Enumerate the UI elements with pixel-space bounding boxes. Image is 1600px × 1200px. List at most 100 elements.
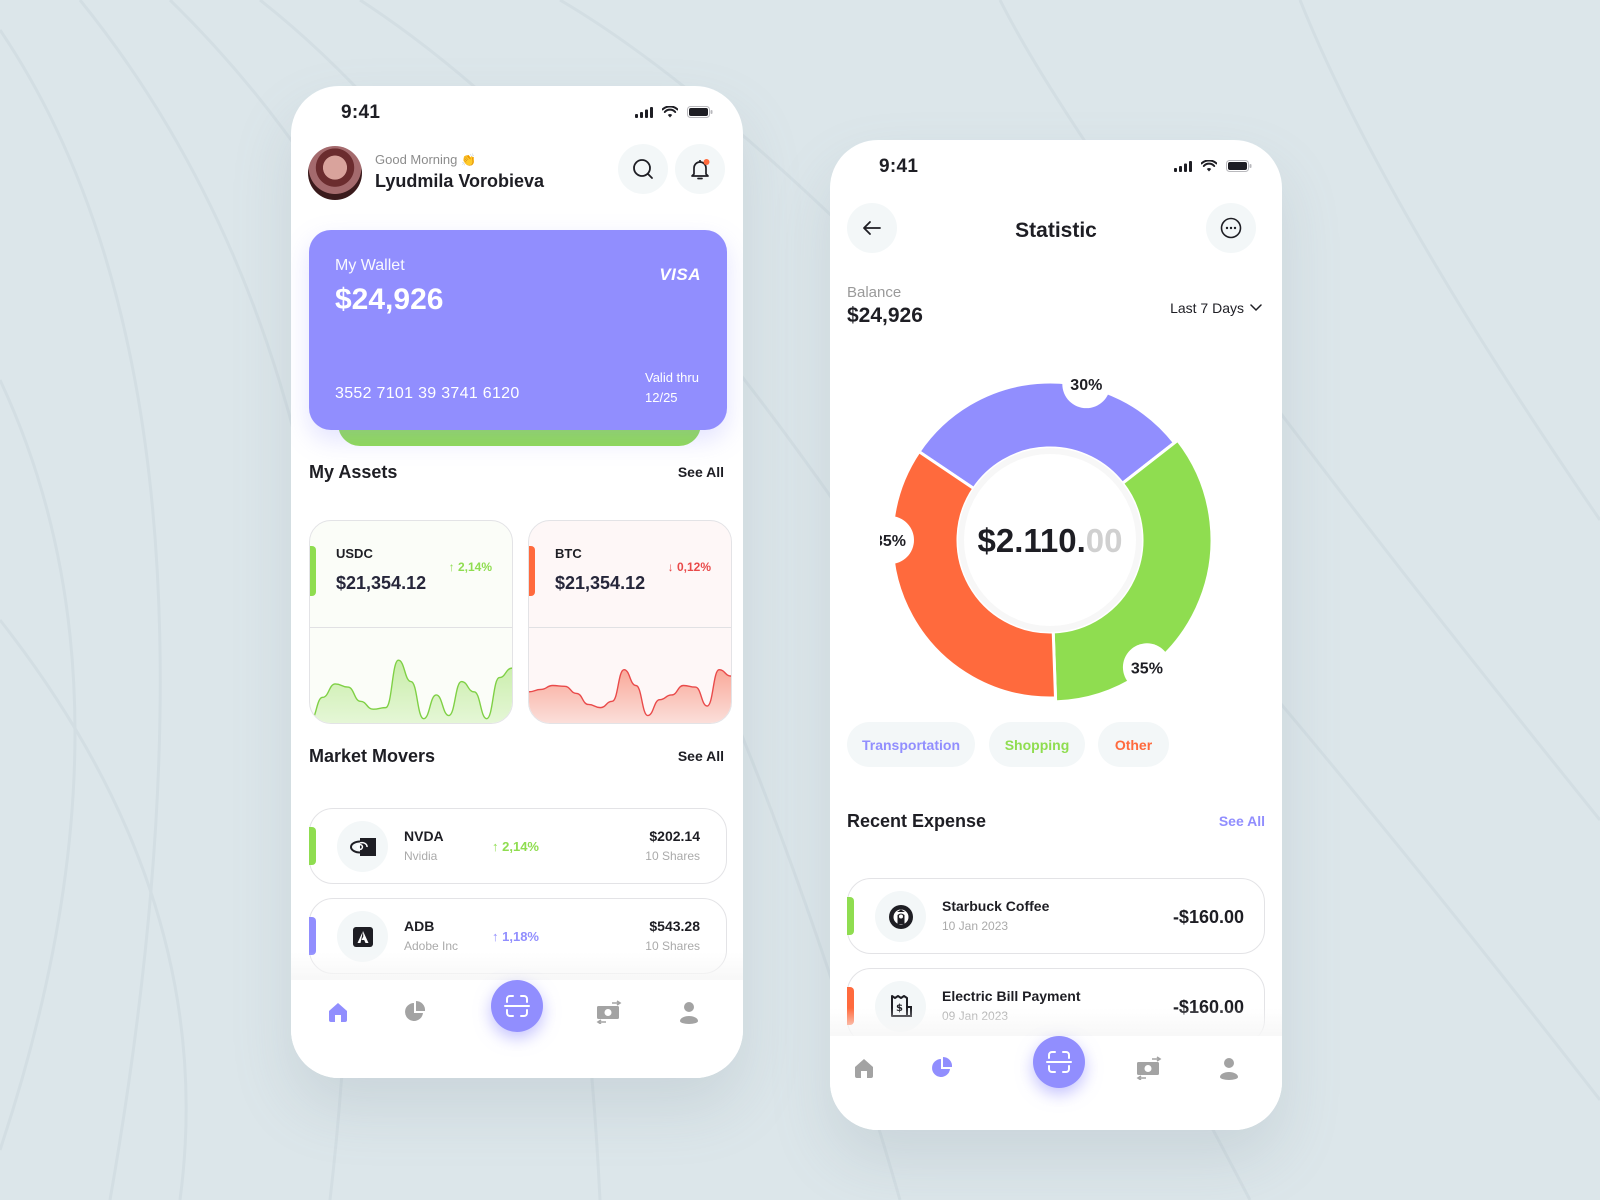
wallet-amount: $24,926 [335,283,444,316]
expense-title: Electric Bill Payment [942,988,1081,1004]
expense-indicator [847,897,854,935]
asset-price: $21,354.12 [555,573,646,593]
asset-change: ↓ 0,12% [667,560,711,574]
mover-shares: 10 Shares [645,849,700,863]
asset-symbol: BTC [555,546,582,561]
scan-button[interactable] [1033,1036,1085,1088]
notifications-button[interactable] [675,144,725,194]
battery-icon [1226,160,1252,172]
mover-row-nvda[interactable]: NVDA Nvidia ↑ 2,14% $202.14 10 Shares [309,808,727,884]
asset-card-usdc[interactable]: USDC $21,354.12 ↑ 2,14% [309,520,513,724]
recent-expense-title: Recent Expense [847,811,987,831]
mover-shares: 10 Shares [645,939,700,953]
asset-card-btc[interactable]: BTC $21,354.12 ↓ 0,12% [528,520,732,724]
tab-statistics[interactable] [928,1054,956,1082]
chip-label: Transportation [861,736,960,753]
balance-value: $24,926 [847,304,923,327]
tab-profile[interactable] [1215,1054,1243,1082]
donut-center-label: $2.110.00 [978,522,1123,559]
wallet-label: My Wallet [335,257,405,274]
search-icon [633,159,653,179]
tab-home[interactable] [324,998,352,1026]
tab-home[interactable] [850,1054,878,1082]
assets-see-all-link[interactable]: See All [678,464,724,480]
user-icon [1220,1058,1238,1080]
mover-change: ↑ 2,14% [492,839,539,854]
date-range-dropdown[interactable]: Last 7 Days [1170,300,1262,316]
greeting-text: Good Morning 👏 [375,152,477,167]
tab-statistics[interactable] [401,998,429,1026]
mover-company: Adobe Inc [404,939,459,953]
asset-price: $21,354.12 [336,573,427,593]
expense-title: Starbuck Coffee [942,898,1050,914]
assets-title: My Assets [309,462,398,482]
asset-sparkline-usdc [310,659,512,723]
starbucks-logo-icon [875,891,926,942]
date-range-value: Last 7 Days [1170,300,1244,316]
background-decoration [0,0,1600,1200]
asset-symbol: USDC [336,546,373,561]
more-options-button[interactable] [1206,203,1256,253]
bottom-tab-bar [830,1036,1282,1130]
recent-see-all-link[interactable]: See All [1219,813,1265,829]
expense-amount: -$160.00 [1172,907,1244,927]
status-time: 9:41 [341,102,381,123]
card-number: 3552 7101 39 3741 6120 [335,385,520,402]
user-icon [680,1002,698,1024]
scan-icon [504,995,530,1017]
scan-icon [1046,1051,1072,1073]
tab-transfer[interactable] [595,998,623,1026]
arrow-down-icon: ↓ [667,560,677,574]
wifi-icon [1201,160,1217,172]
home-screen: 9:41 Good Morning 👏 Lyudmila Vorobieva My… [291,86,743,1078]
asset-sparkline-btc [529,668,731,723]
asset-change: ↑ 2,14% [448,560,492,574]
signal-icon [1174,160,1192,172]
scroll-fade [291,952,743,982]
category-chip-other[interactable]: Other [1098,722,1169,767]
mover-price: $543.28 [649,918,700,934]
mover-symbol: NVDA [404,828,444,844]
movers-see-all-link[interactable]: See All [678,748,724,764]
mover-price: $202.14 [649,828,700,844]
statistic-screen: 9:41 Statistic Balance $24,926 Last 7 Da… [830,140,1282,1130]
bottom-tab-bar [291,980,743,1078]
donut-percent-label: 35% [1131,660,1163,677]
expense-row[interactable]: Starbuck Coffee 10 Jan 2023 -$160.00 [847,878,1265,954]
clapping-hands-icon: 👏 [461,153,477,167]
arrow-up-icon: ↑ [492,929,503,944]
chip-label: Other [1114,736,1153,753]
status-time: 9:41 [879,156,919,177]
scroll-fade [830,1008,1282,1038]
money-transfer-icon [596,1000,622,1024]
category-chip-shopping[interactable]: Shopping [989,722,1085,767]
mover-indicator [309,827,316,865]
pie-chart-icon [932,1056,953,1077]
scan-button[interactable] [491,980,543,1032]
chevron-down-icon [1250,304,1262,312]
asset-indicator [529,546,535,596]
status-bar: 9:41 [291,86,743,142]
chip-label: Shopping [1004,736,1070,753]
tab-profile[interactable] [675,998,703,1026]
balance-label: Balance [847,284,902,301]
tab-transfer[interactable] [1135,1054,1163,1082]
avatar[interactable] [308,146,362,200]
category-chip-transportation[interactable]: Transportation [847,722,975,767]
wallet-card[interactable]: My Wallet $24,926 VISA 3552 7101 39 3741… [309,230,727,430]
expense-donut-chart: $2.110.00 30% 35% 35% [880,370,1214,704]
battery-icon [687,106,713,118]
arrow-up-icon: ↑ [492,839,503,854]
expense-date: 10 Jan 2023 [942,919,1009,933]
money-transfer-icon [1136,1056,1162,1080]
mover-change: ↑ 1,18% [492,929,539,944]
bell-icon [691,159,710,180]
mover-symbol: ADB [404,918,435,934]
arrow-up-icon: ↑ [448,560,458,574]
sparkline-area [310,660,512,723]
signal-icon [635,106,653,118]
donut-percent-label: 35% [880,533,906,550]
status-bar: 9:41 [830,140,1282,196]
mover-company: Nvidia [404,849,438,863]
search-button[interactable] [618,144,668,194]
